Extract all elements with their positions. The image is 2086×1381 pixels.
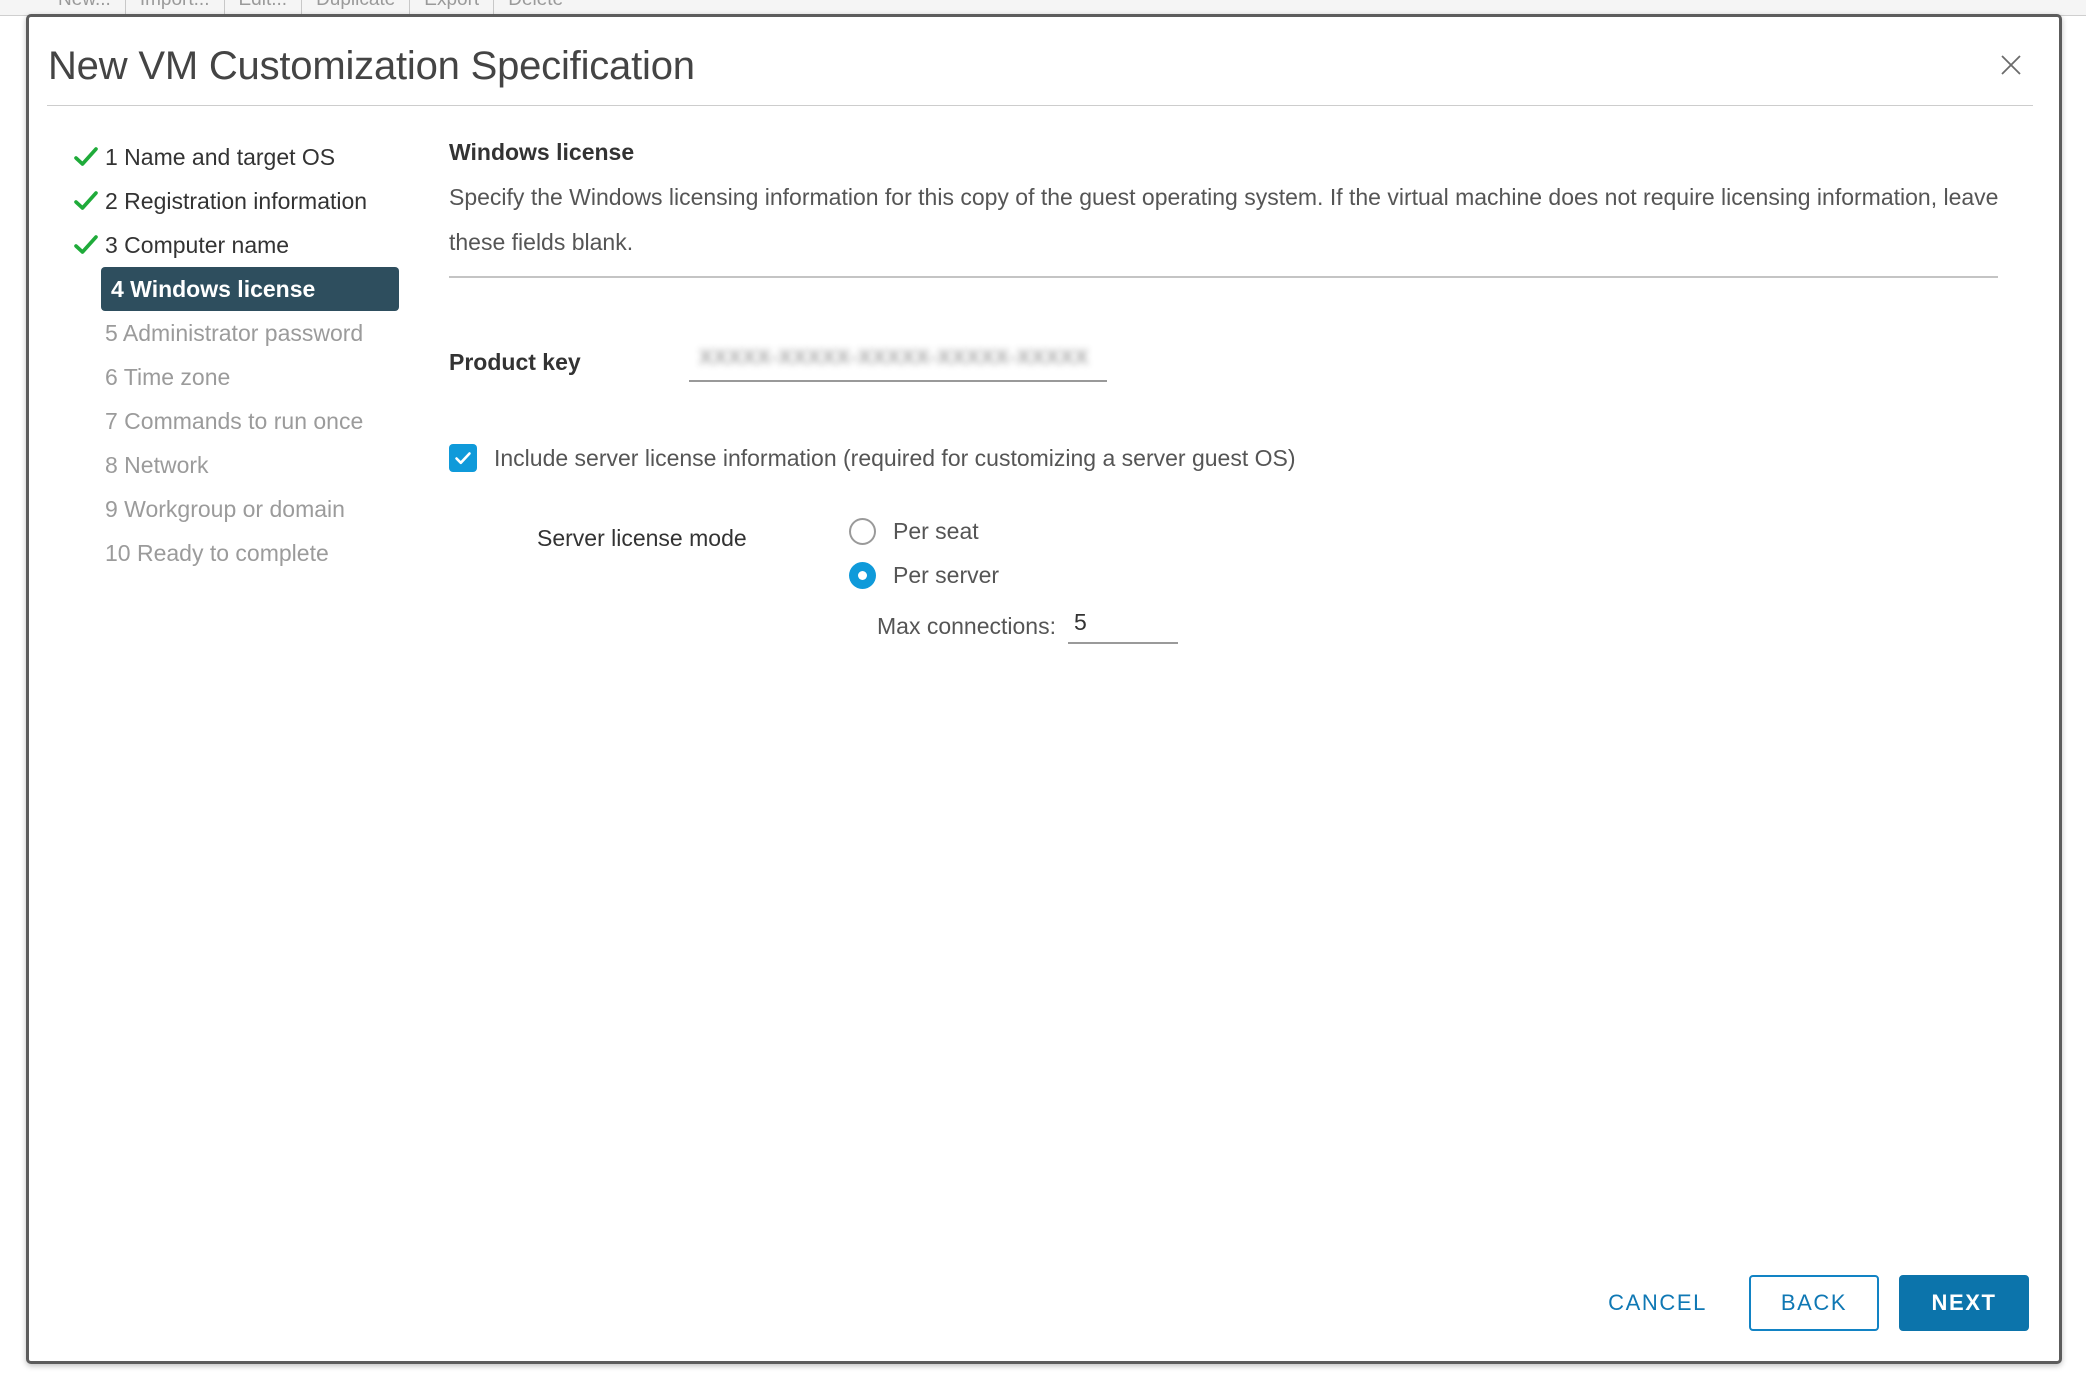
- page-title: New VM Customization Specification: [48, 44, 695, 88]
- sidebar-item-ready-to-complete[interactable]: 10 Ready to complete: [65, 531, 399, 575]
- radio-per-server[interactable]: Per server: [849, 562, 999, 589]
- server-license-mode-group: Server license mode Per seat Per server …: [449, 518, 2031, 668]
- checkmark-icon: [449, 444, 477, 472]
- sidebar-item-label: 2 Registration information: [105, 187, 368, 214]
- sidebar-item-windows-license[interactable]: 4 Windows license: [101, 267, 399, 311]
- product-key-row: Product key XXXXX-XXXXX-XXXXX-XXXXX-XXXX…: [449, 342, 2031, 382]
- sidebar-item-label: 9 Workgroup or domain: [105, 495, 345, 522]
- main-content-panel: Windows license Specify the Windows lice…: [449, 135, 2031, 668]
- sidebar-item-registration-information[interactable]: 2 Registration information: [65, 179, 399, 223]
- sidebar-item-label: 10 Ready to complete: [105, 539, 329, 566]
- server-license-mode-label: Server license mode: [537, 525, 747, 551]
- sidebar-item-label: 1 Name and target OS: [105, 143, 336, 170]
- include-server-license-checkbox[interactable]: Include server license information (requ…: [449, 444, 1296, 472]
- sidebar-item-label: 8 Network: [105, 451, 209, 478]
- radio-per-seat[interactable]: Per seat: [849, 518, 979, 545]
- toolbar-item-new[interactable]: New...: [44, 0, 125, 9]
- max-connections-value: 5: [1073, 609, 1087, 635]
- next-button[interactable]: NEXT: [1899, 1275, 2029, 1331]
- product-key-input[interactable]: XXXXX-XXXXX-XXXXX-XXXXX-XXXXX: [689, 342, 1107, 382]
- toolbar-item-import[interactable]: Import...: [126, 0, 224, 9]
- cancel-button[interactable]: CANCEL: [1586, 1275, 1729, 1331]
- dialog-header: New VM Customization Specification: [29, 17, 2059, 106]
- dialog-footer: CANCEL BACK NEXT: [1586, 1275, 2029, 1331]
- sidebar-item-administrator-password[interactable]: 5 Administrator password: [65, 311, 399, 355]
- check-icon: [73, 232, 99, 258]
- sidebar-item-label: 5 Administrator password: [105, 319, 364, 346]
- toolbar-item-duplicate[interactable]: Duplicate: [302, 0, 409, 9]
- product-key-label: Product key: [449, 348, 581, 375]
- product-key-value: XXXXX-XXXXX-XXXXX-XXXXX-XXXXX: [699, 346, 1089, 369]
- sidebar-item-workgroup-or-domain[interactable]: 9 Workgroup or domain: [65, 487, 399, 531]
- sidebar-item-label: 7 Commands to run once: [105, 407, 364, 434]
- sidebar-item-name-and-target-os[interactable]: 1 Name and target OS: [65, 135, 399, 179]
- radio-per-seat-label: Per seat: [893, 518, 979, 544]
- toolbar-item-export[interactable]: Export: [410, 0, 493, 9]
- check-icon: [73, 188, 99, 214]
- radio-selected-icon: [849, 562, 876, 589]
- max-connections-input[interactable]: 5: [1067, 608, 1178, 644]
- back-button[interactable]: BACK: [1749, 1275, 1879, 1331]
- max-connections-row: Max connections: 5: [877, 608, 1178, 644]
- sidebar-item-label: 6 Time zone: [105, 363, 231, 390]
- section-description: Specify the Windows licensing informatio…: [449, 184, 1999, 255]
- close-icon[interactable]: [1991, 45, 2031, 85]
- sidebar-item-label: 3 Computer name: [105, 231, 290, 258]
- max-connections-label: Max connections:: [877, 612, 1056, 639]
- section-title: Windows license: [449, 139, 635, 165]
- toolbar-item-delete[interactable]: Delete: [494, 0, 577, 9]
- header-divider: [47, 105, 2033, 106]
- radio-dot: [858, 571, 867, 580]
- section-divider: [449, 276, 1998, 278]
- toolbar-item-edit[interactable]: Edit...: [225, 0, 302, 9]
- sidebar-item-computer-name[interactable]: 3 Computer name: [65, 223, 399, 267]
- include-server-license-label: Include server license information (requ…: [494, 444, 1296, 471]
- check-icon: [73, 144, 99, 170]
- sidebar-item-time-zone[interactable]: 6 Time zone: [65, 355, 399, 399]
- wizard-step-list: 1 Name and target OS 2 Registration info…: [65, 135, 399, 575]
- sidebar-item-network[interactable]: 8 Network: [65, 443, 399, 487]
- radio-per-server-label: Per server: [893, 562, 1000, 588]
- sidebar-item-label: 4 Windows license: [111, 275, 316, 302]
- radio-unselected-icon: [849, 518, 876, 545]
- sidebar-item-commands-to-run-once[interactable]: 7 Commands to run once: [65, 399, 399, 443]
- new-vm-customization-dialog: New VM Customization Specification 1 Nam…: [26, 14, 2062, 1364]
